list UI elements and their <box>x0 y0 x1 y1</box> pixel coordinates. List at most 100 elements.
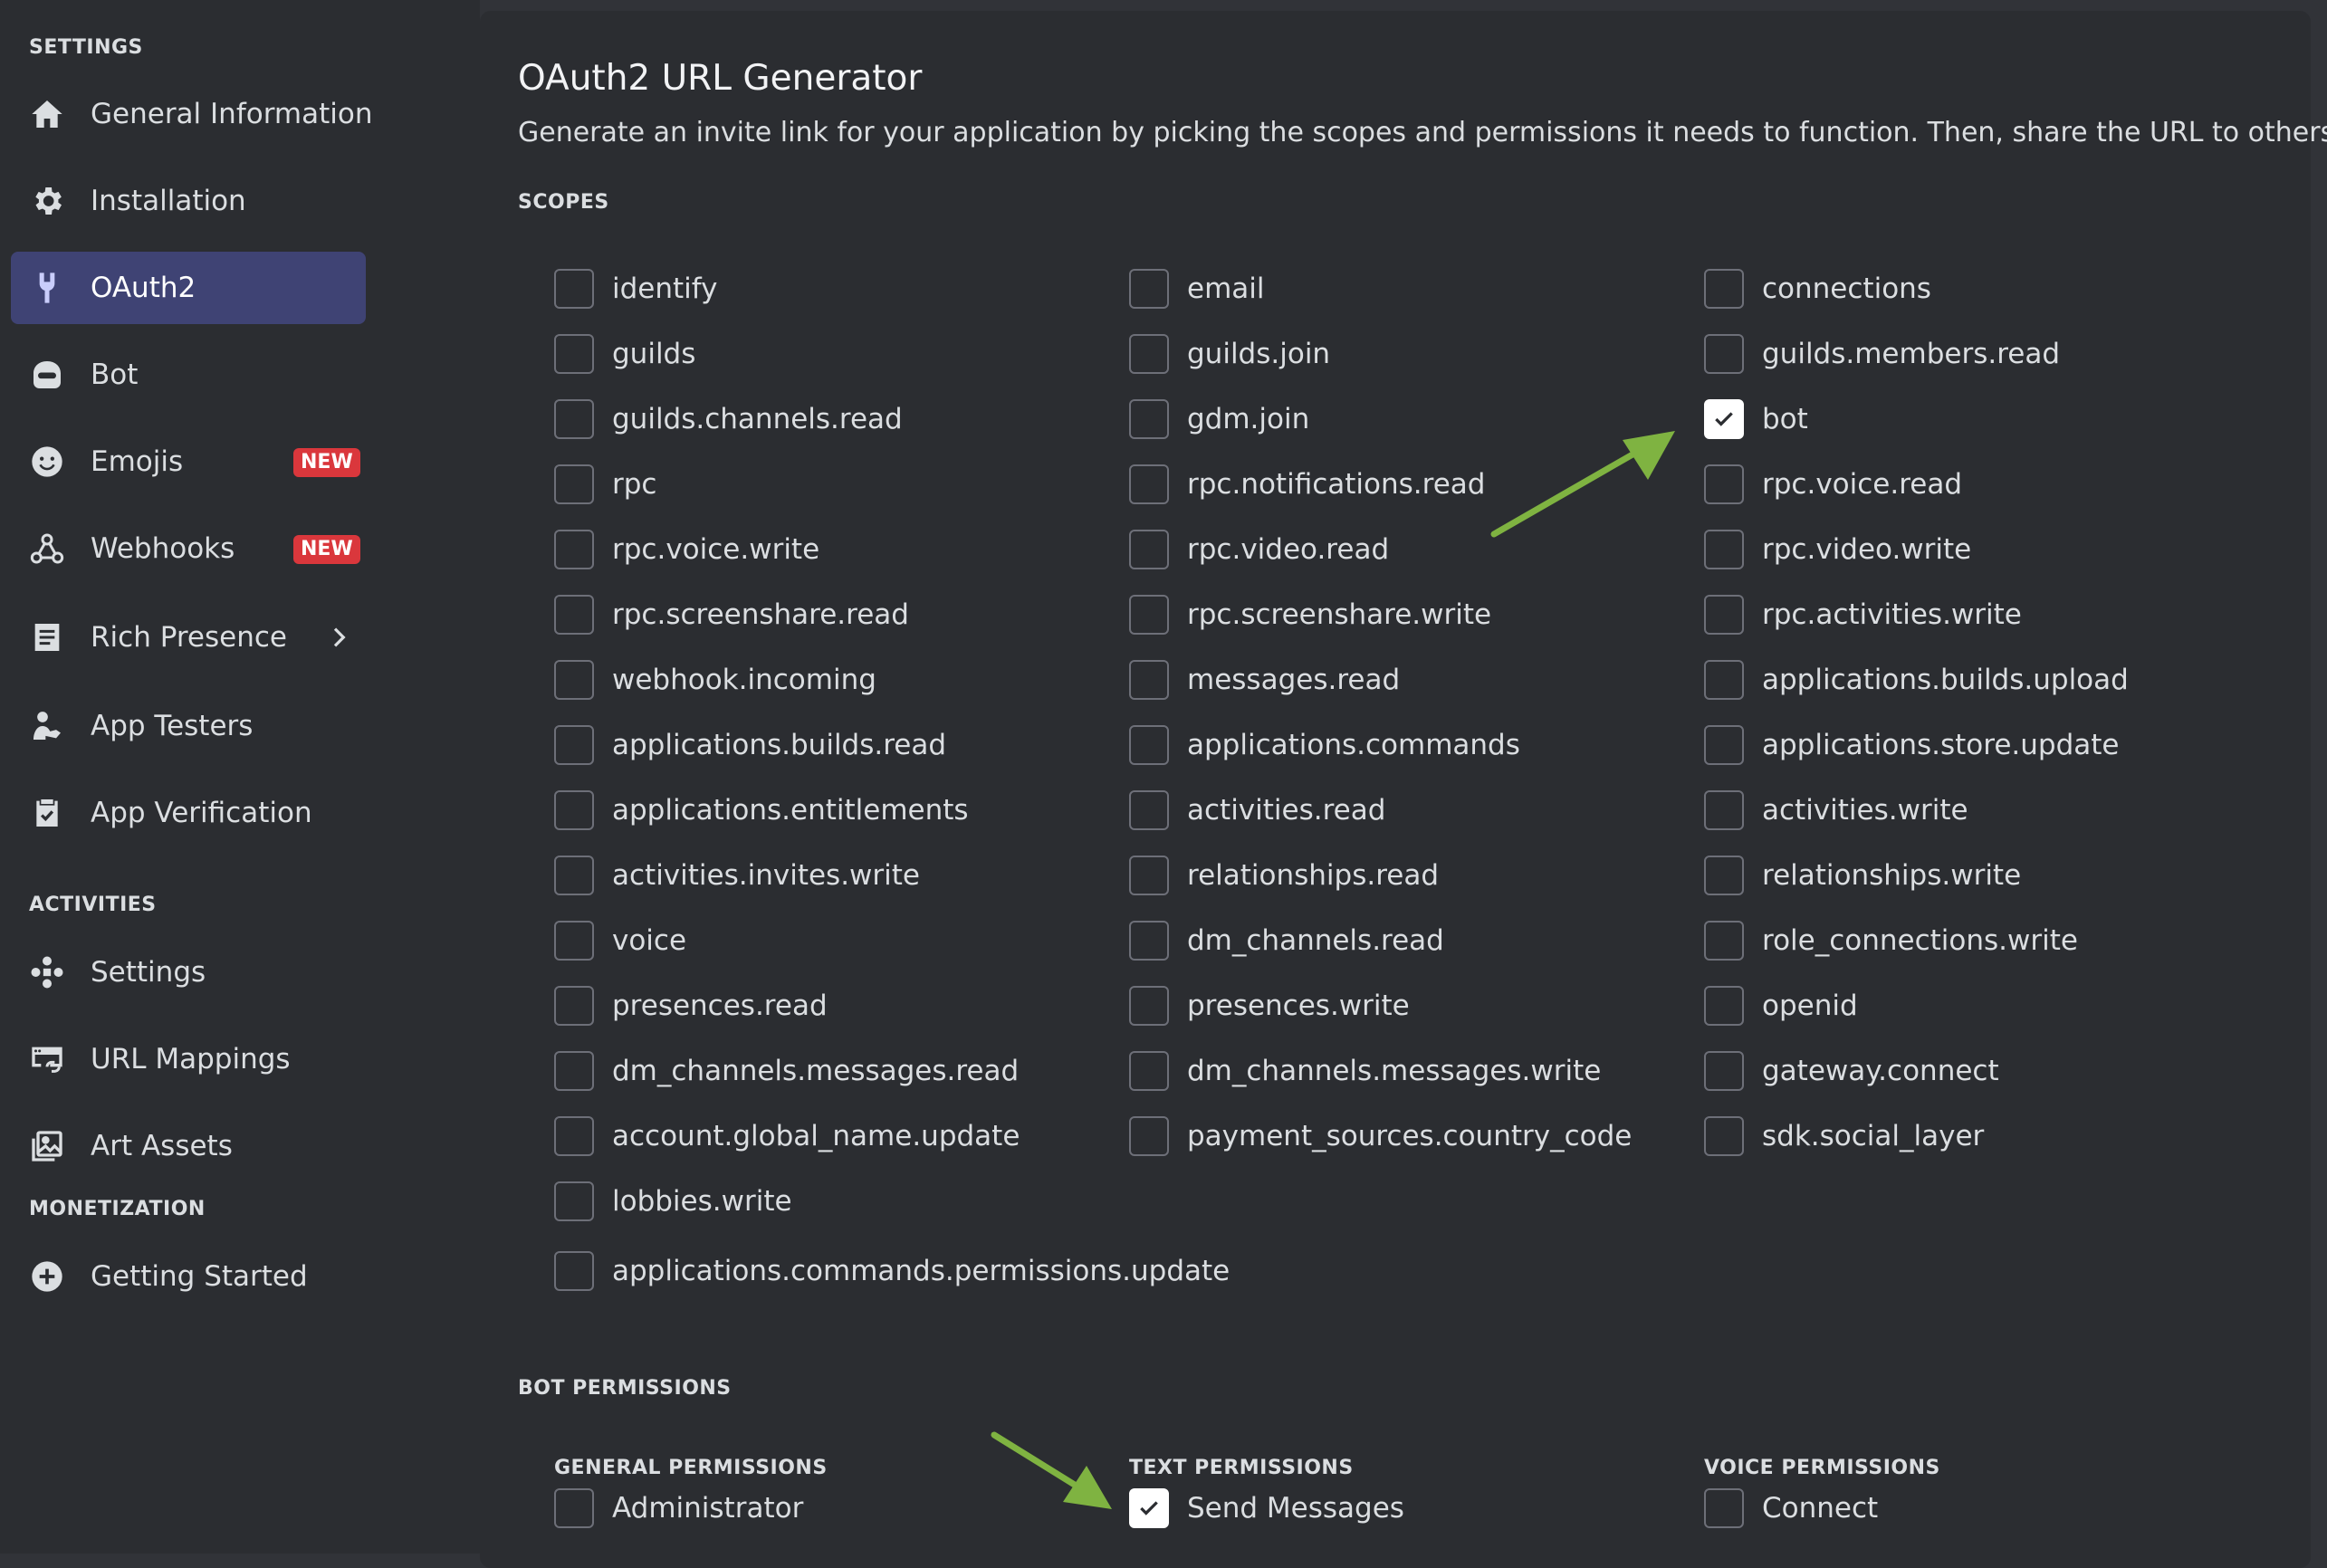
sidebar-item-installation[interactable]: Installation <box>11 165 366 237</box>
checkbox[interactable] <box>554 269 594 309</box>
checkbox[interactable] <box>554 595 594 635</box>
sidebar-item-app-testers[interactable]: App Testers <box>11 690 366 762</box>
checkbox[interactable] <box>1704 399 1744 439</box>
sidebar-item-general-information[interactable]: General Information <box>11 78 372 150</box>
sidebar-item-art-assets[interactable]: Art Assets <box>11 1110 366 1182</box>
sidebar-item-label: Installation <box>91 185 246 217</box>
checkbox[interactable] <box>1129 1116 1169 1156</box>
scope-label: identify <box>612 272 718 305</box>
webhook-icon <box>30 533 64 564</box>
scope-label: relationships.read <box>1187 859 1440 892</box>
sidebar-item-getting-started[interactable]: Getting Started <box>11 1240 366 1313</box>
checkbox[interactable] <box>554 1488 594 1528</box>
checkbox[interactable] <box>1129 986 1169 1026</box>
checkbox[interactable] <box>1704 921 1744 961</box>
scope-label: account.global_name.update <box>612 1120 1020 1152</box>
sidebar: SETTINGS General Information Installatio… <box>0 0 480 1554</box>
scope-label: dm_channels.read <box>1187 924 1444 957</box>
checkbox[interactable] <box>554 1181 594 1221</box>
sidebar-item-label: Rich Presence <box>91 621 287 654</box>
scope-label: guilds.channels.read <box>612 403 903 435</box>
checkbox[interactable] <box>1129 399 1169 439</box>
checkbox[interactable] <box>554 1251 594 1291</box>
sidebar-item-label: Getting Started <box>91 1260 308 1293</box>
scope-label: webhook.incoming <box>612 664 876 696</box>
checkbox[interactable] <box>554 464 594 504</box>
checkbox[interactable] <box>1704 1116 1744 1156</box>
checkbox[interactable] <box>1129 921 1169 961</box>
checkbox[interactable] <box>1129 856 1169 895</box>
checkbox[interactable] <box>554 334 594 374</box>
checkbox[interactable] <box>1704 660 1744 700</box>
checkbox[interactable] <box>1129 790 1169 830</box>
wrench-icon <box>39 272 55 303</box>
sidebar-item-bot[interactable]: Bot <box>11 339 366 411</box>
checkbox[interactable] <box>1129 269 1169 309</box>
sidebar-item-activity-settings[interactable]: Settings <box>11 936 366 1009</box>
checkbox[interactable] <box>1129 334 1169 374</box>
checkbox[interactable] <box>1129 725 1169 765</box>
checkbox[interactable] <box>1704 334 1744 374</box>
checkbox[interactable] <box>554 921 594 961</box>
scope-label: presences.write <box>1187 990 1410 1022</box>
sidebar-item-oauth2[interactable]: OAuth2 <box>11 252 366 324</box>
checkbox[interactable] <box>1704 790 1744 830</box>
bot-icon <box>34 361 61 388</box>
checkbox[interactable] <box>1704 1051 1744 1091</box>
scope-label: email <box>1187 272 1265 305</box>
checkbox[interactable] <box>554 530 594 569</box>
sidebar-item-label: Settings <box>91 956 206 989</box>
checkbox[interactable] <box>1129 1051 1169 1091</box>
checkbox[interactable] <box>1704 856 1744 895</box>
checkbox[interactable] <box>1704 986 1744 1026</box>
sidebar-item-app-verification[interactable]: App Verification <box>11 777 366 849</box>
checkbox[interactable] <box>1129 464 1169 504</box>
voice-permissions-title: VOICE PERMISSIONS <box>1704 1457 1940 1479</box>
scope-label: messages.read <box>1187 664 1401 696</box>
checkbox[interactable] <box>1704 725 1744 765</box>
sidebar-item-label: OAuth2 <box>91 272 196 304</box>
scope-label: presences.read <box>612 990 828 1022</box>
scope-label: voice <box>612 924 687 957</box>
sidebar-item-rich-presence[interactable]: Rich Presence <box>11 601 366 674</box>
sidebar-item-label: Emojis <box>91 445 184 478</box>
sidebar-item-label: Bot <box>91 359 139 391</box>
sidebar-item-url-mappings[interactable]: URL Mappings <box>11 1023 366 1095</box>
checkbox[interactable] <box>1129 595 1169 635</box>
checkbox[interactable] <box>1704 269 1744 309</box>
sidebar-item-emojis[interactable]: Emojis NEW <box>11 425 366 498</box>
checkbox[interactable] <box>1704 1488 1744 1528</box>
bot-permissions-title: BOT PERMISSIONS <box>518 1377 732 1400</box>
scope-label: activities.read <box>1187 794 1386 827</box>
checkbox[interactable] <box>554 1051 594 1091</box>
scope-label: rpc.activities.write <box>1762 598 2022 631</box>
sidebar-item-webhooks[interactable]: Webhooks NEW <box>11 512 366 585</box>
scope-label: dm_channels.messages.write <box>1187 1055 1602 1087</box>
scope-label: lobbies.write <box>612 1185 792 1218</box>
tester-icon <box>34 712 61 740</box>
checkbox[interactable] <box>554 725 594 765</box>
checkbox[interactable] <box>554 986 594 1026</box>
text-permissions-title: TEXT PERMISSIONS <box>1129 1457 1354 1479</box>
checkbox[interactable] <box>554 660 594 700</box>
sidebar-item-label: URL Mappings <box>91 1043 291 1076</box>
scope-label: applications.store.update <box>1762 729 2120 761</box>
checkbox[interactable] <box>1704 464 1744 504</box>
checkbox[interactable] <box>1704 530 1744 569</box>
checkbox[interactable] <box>554 856 594 895</box>
oauth2-url-generator-panel: OAuth2 URL Generator Generate an invite … <box>480 11 2327 1568</box>
checkbox[interactable] <box>1704 595 1744 635</box>
scope-label: rpc.screenshare.write <box>1187 598 1492 631</box>
checkbox[interactable] <box>554 399 594 439</box>
activities-section-title: ACTIVITIES <box>29 894 157 916</box>
scope-label: applications.builds.upload <box>1762 664 2129 696</box>
checkbox[interactable] <box>554 790 594 830</box>
scope-label: guilds.join <box>1187 338 1331 370</box>
checkbox[interactable] <box>1129 530 1169 569</box>
checkbox[interactable] <box>554 1116 594 1156</box>
document-icon <box>34 624 60 651</box>
checkbox[interactable] <box>1129 1488 1169 1528</box>
checkbox[interactable] <box>1129 660 1169 700</box>
permission-label: Connect <box>1762 1492 1879 1525</box>
scope-label: rpc <box>612 468 657 501</box>
